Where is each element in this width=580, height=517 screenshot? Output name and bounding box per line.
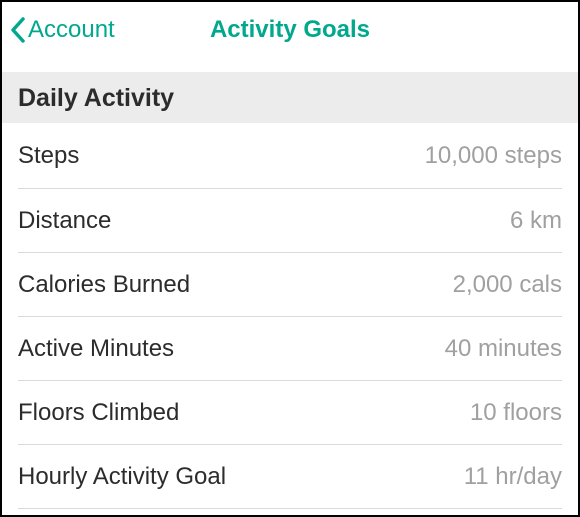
- row-label: Steps: [18, 142, 79, 170]
- row-hourly-activity-goal[interactable]: Hourly Activity Goal 11 hr/day: [18, 445, 562, 509]
- row-distance[interactable]: Distance 6 km: [18, 189, 562, 253]
- row-calories-burned[interactable]: Calories Burned 2,000 cals: [18, 253, 562, 317]
- row-value: 10 floors: [470, 399, 562, 427]
- row-value: 10,000 steps: [425, 142, 562, 170]
- row-value: 6 km: [510, 207, 562, 235]
- row-value: 40 minutes: [445, 335, 562, 363]
- chevron-left-icon: [10, 16, 26, 44]
- nav-bar: Account Activity Goals: [2, 2, 578, 58]
- section-header: Daily Activity: [2, 72, 578, 123]
- row-label: Active Minutes: [18, 335, 174, 363]
- row-steps[interactable]: Steps 10,000 steps: [18, 123, 562, 189]
- row-active-minutes[interactable]: Active Minutes 40 minutes: [18, 317, 562, 381]
- goals-list: Steps 10,000 steps Distance 6 km Calorie…: [2, 123, 578, 509]
- row-label: Distance: [18, 207, 111, 235]
- row-label: Hourly Activity Goal: [18, 463, 226, 491]
- row-value: 2,000 cals: [453, 271, 562, 299]
- back-button[interactable]: Account: [10, 16, 115, 44]
- back-label: Account: [28, 16, 115, 44]
- row-value: 11 hr/day: [464, 463, 562, 491]
- row-label: Floors Climbed: [18, 399, 179, 427]
- row-floors-climbed[interactable]: Floors Climbed 10 floors: [18, 381, 562, 445]
- row-label: Calories Burned: [18, 271, 190, 299]
